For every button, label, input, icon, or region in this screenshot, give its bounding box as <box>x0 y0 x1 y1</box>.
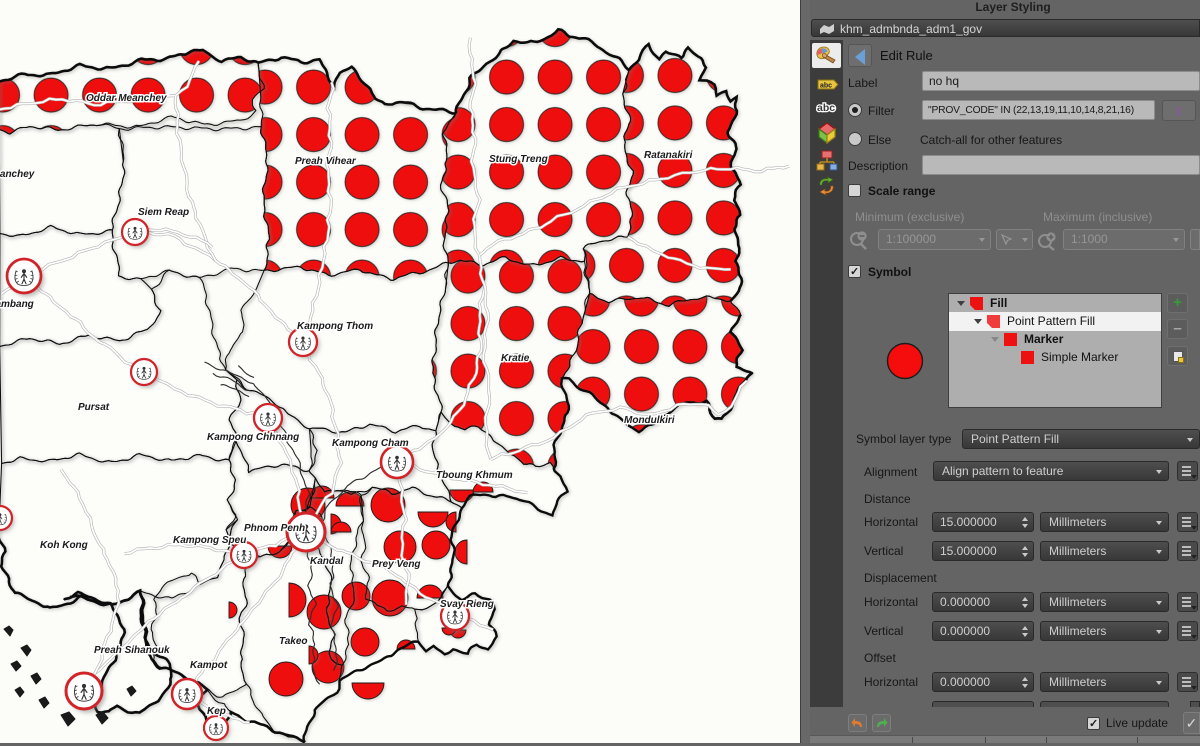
svg-text:Kampong Cham: Kampong Cham <box>332 438 409 449</box>
svg-text:Oddar Meanchey: Oddar Meanchey <box>86 93 167 104</box>
svg-text:Ratanakiri: Ratanakiri <box>644 150 693 161</box>
svg-text:Kampong Chhnang: Kampong Chhnang <box>207 432 299 443</box>
svg-text:abc: abc <box>820 83 832 90</box>
svg-text:Svay Rieng: Svay Rieng <box>440 599 494 610</box>
svg-text:Kampong Speu: Kampong Speu <box>173 535 246 546</box>
svg-text:Koh Kong: Koh Kong <box>40 540 88 551</box>
svg-text:Preah Sihanouk: Preah Sihanouk <box>94 645 170 656</box>
svg-text:abc: abc <box>817 102 835 114</box>
svg-text:Prey Veng: Prey Veng <box>372 559 421 570</box>
svg-text:Phnom Penh: Phnom Penh <box>244 523 305 534</box>
svg-text:Takeo: Takeo <box>279 636 308 647</box>
svg-text:Kandal: Kandal <box>310 556 344 567</box>
svg-text:Siem Reap: Siem Reap <box>138 207 189 218</box>
svg-text:Mondulkiri: Mondulkiri <box>624 415 675 426</box>
svg-text:Tboung Khmum: Tboung Khmum <box>436 470 513 481</box>
svg-text:Kratie: Kratie <box>501 353 530 364</box>
svg-text:Kampong Thom: Kampong Thom <box>297 321 373 332</box>
svg-text:Kampot: Kampot <box>190 660 228 671</box>
svg-text:Battambang: Battambang <box>0 299 34 310</box>
svg-text:Stung Treng: Stung Treng <box>489 154 548 165</box>
svg-text:Kep: Kep <box>207 706 226 717</box>
svg-text:Meanchey: Meanchey <box>0 169 35 180</box>
svg-text:Pursat: Pursat <box>78 402 110 413</box>
svg-text:Preah Vihear: Preah Vihear <box>295 156 357 167</box>
